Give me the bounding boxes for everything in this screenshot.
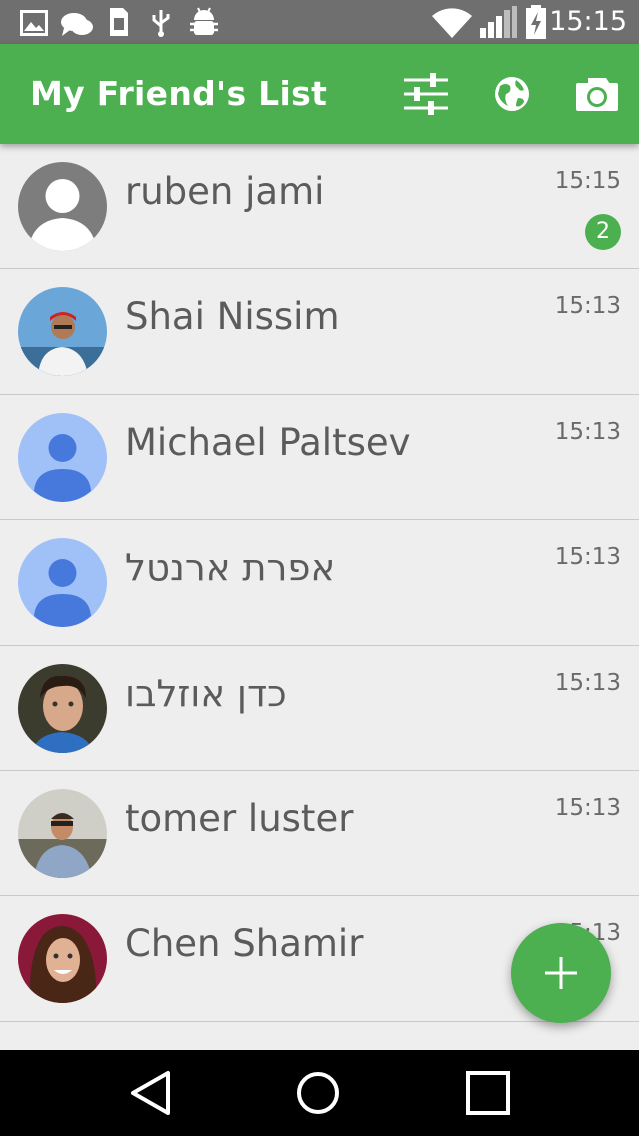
chat-icon: [61, 13, 93, 36]
back-button[interactable]: [128, 1070, 178, 1116]
avatar: [18, 412, 107, 502]
person-photo: [18, 914, 107, 1004]
message-time: 15:15: [554, 168, 621, 194]
avatar: [18, 663, 107, 753]
avatar: [18, 914, 107, 1004]
camera-icon: [576, 78, 618, 111]
globe-icon: [495, 77, 529, 111]
filter-settings-button[interactable]: [402, 72, 450, 116]
list-item[interactable]: כדן אוזלבו 15:13: [0, 646, 639, 771]
usb-icon: [152, 10, 170, 37]
friend-name: Chen Shamir: [125, 922, 364, 966]
wifi-icon: [432, 8, 472, 38]
person-photo: [18, 287, 107, 377]
list-item[interactable]: אפרת ארנטל 15:13: [0, 520, 639, 646]
app-bar: My Friend's List: [0, 44, 639, 144]
message-time: 15:13: [554, 293, 621, 320]
google-default-avatar-icon: [18, 412, 107, 502]
avatar: [18, 788, 107, 878]
person-photo: [18, 663, 107, 753]
back-icon: [131, 1071, 170, 1115]
clock-text: 15:15: [549, 6, 627, 37]
default-person-icon: [18, 162, 107, 251]
battery-charging-icon: [526, 5, 546, 39]
friend-name: אפרת ארנטל: [125, 546, 336, 590]
list-item[interactable]: ruben jami 15:15 2: [0, 144, 639, 270]
person-photo: [18, 788, 107, 878]
android-debug-icon: [190, 7, 218, 35]
message-time: 15:13: [554, 794, 621, 821]
list-item[interactable]: tomer luster 15:13: [0, 771, 639, 897]
page-title: My Friend's List: [30, 74, 328, 113]
google-default-avatar-icon: [18, 538, 107, 628]
unread-badge: 2: [585, 214, 621, 250]
message-time: 15:13: [554, 418, 621, 445]
friend-name: Michael Paltsev: [125, 420, 411, 464]
camera-button[interactable]: [574, 72, 622, 116]
friend-name: ruben jami: [125, 170, 325, 213]
add-friend-button[interactable]: [511, 923, 611, 1023]
image-icon: [20, 10, 48, 36]
status-bar: 15:15: [0, 0, 639, 44]
globe-button[interactable]: [490, 72, 538, 116]
sliders-icon: [404, 73, 448, 115]
friend-name: tomer luster: [125, 796, 354, 840]
avatar: [18, 287, 107, 377]
sim-icon: [110, 8, 128, 36]
navigation-bar: [0, 1050, 639, 1136]
plus-icon: [545, 957, 577, 989]
list-item[interactable]: Michael Paltsev 15:13: [0, 395, 639, 521]
friends-list: ruben jami 15:15 2 Shai Nissim 15:13 Mic…: [0, 144, 639, 1050]
friend-name: Shai Nissim: [125, 295, 340, 339]
message-time: 15:13: [554, 544, 621, 571]
list-item[interactable]: Shai Nissim 15:13: [0, 269, 639, 395]
friend-name: כדן אוזלבו: [125, 671, 287, 715]
avatar: [18, 538, 107, 628]
message-time: 15:13: [554, 669, 621, 696]
recents-icon: [466, 1071, 510, 1115]
avatar: [18, 162, 107, 251]
signal-icon: [480, 6, 517, 38]
home-icon: [297, 1072, 339, 1114]
recents-button[interactable]: [465, 1070, 515, 1116]
home-button[interactable]: [295, 1070, 345, 1116]
